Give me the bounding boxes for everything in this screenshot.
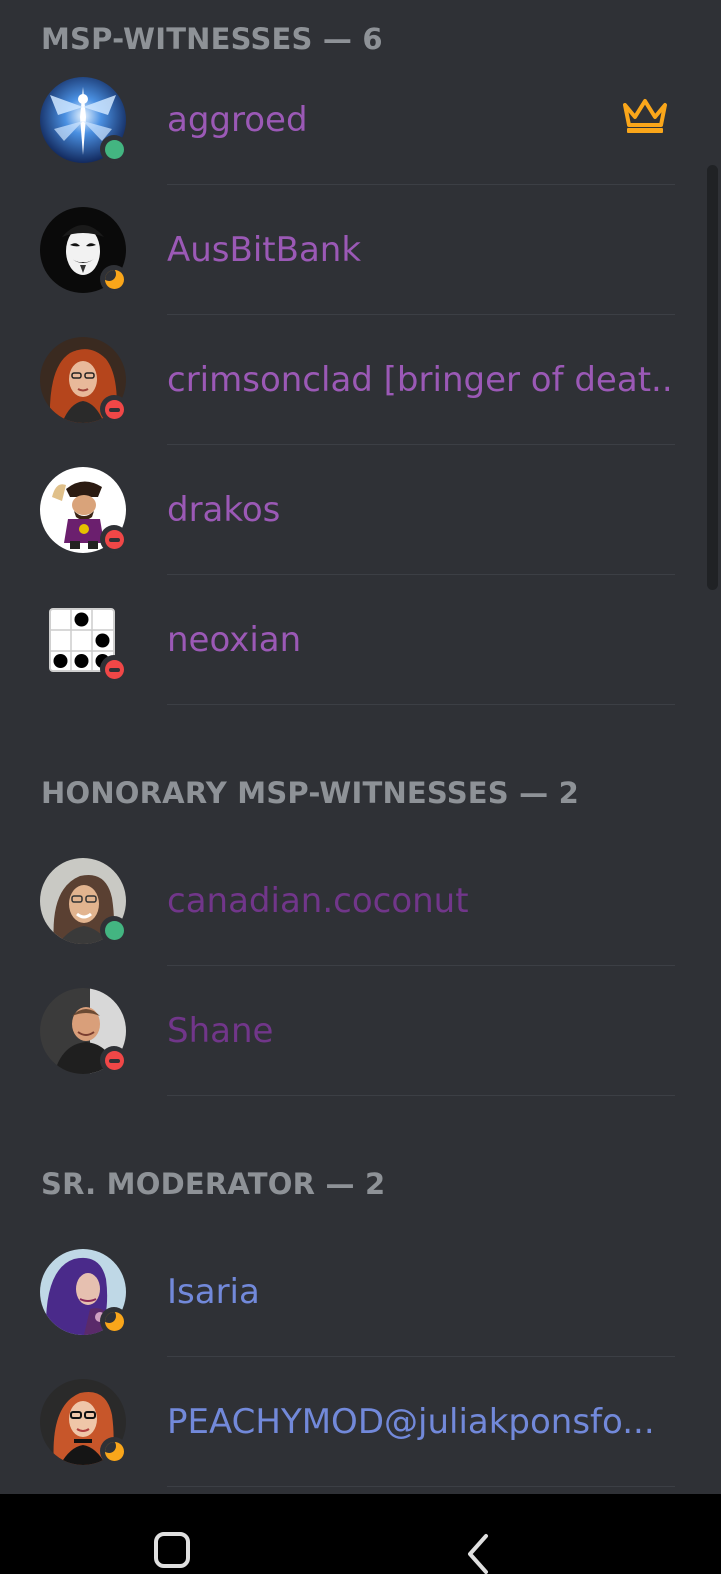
- section-header-msp-witnesses: MSP-WITNESSES — 6: [41, 22, 383, 56]
- member-name: drakos: [167, 490, 281, 530]
- avatar: [40, 858, 128, 944]
- member-row-ausbitbank[interactable]: AusBitBank: [0, 185, 721, 315]
- member-row-isaria[interactable]: Isaria: [0, 1227, 721, 1357]
- member-name: crimsonclad [bringer of deat...: [167, 360, 672, 400]
- row-divider: [167, 1095, 675, 1096]
- status-dnd-icon: [100, 1046, 128, 1074]
- status-dnd-icon: [100, 655, 128, 683]
- avatar: [40, 597, 128, 683]
- member-row-neoxian[interactable]: neoxian: [0, 575, 721, 705]
- status-idle-icon: [100, 265, 128, 293]
- member-name: Shane: [167, 1011, 274, 1051]
- avatar: [40, 988, 128, 1074]
- member-name: canadian.coconut: [167, 881, 469, 921]
- status-dnd-icon: [100, 395, 128, 423]
- member-row-shane[interactable]: Shane: [0, 966, 721, 1096]
- status-idle-icon: [100, 1437, 128, 1465]
- member-name: AusBitBank: [167, 230, 362, 270]
- member-row-crimsonclad[interactable]: crimsonclad [bringer of deat...: [0, 315, 721, 445]
- back-chevron-icon[interactable]: [460, 1528, 496, 1574]
- status-dnd-icon: [100, 525, 128, 553]
- avatar: [40, 337, 128, 423]
- row-divider: [167, 1486, 675, 1487]
- member-name: PEACHYMOD@juliakponsfo...: [167, 1402, 655, 1442]
- avatar: [40, 77, 128, 163]
- home-square-icon[interactable]: [154, 1532, 190, 1568]
- avatar: [40, 1379, 128, 1465]
- android-nav-bar: [0, 1494, 721, 1574]
- member-name: neoxian: [167, 620, 302, 660]
- scrollbar[interactable]: [707, 165, 718, 590]
- member-row-drakos[interactable]: drakos: [0, 445, 721, 575]
- crown-icon: [623, 99, 667, 133]
- section-header-honorary-msp-witnesses: HONORARY MSP-WITNESSES — 2: [41, 776, 580, 810]
- member-row-canadian-coconut[interactable]: canadian.coconut: [0, 836, 721, 966]
- member-row-peachymod[interactable]: PEACHYMOD@juliakponsfo...: [0, 1357, 721, 1487]
- avatar: [40, 1249, 128, 1335]
- status-idle-icon: [100, 1307, 128, 1335]
- member-list[interactable]: MSP-WITNESSES — 6 aggroed AusBitBank cri…: [0, 0, 721, 1494]
- status-online-icon: [100, 916, 128, 944]
- avatar: [40, 467, 128, 553]
- section-header-sr-moderator: SR. MODERATOR — 2: [41, 1167, 386, 1201]
- member-row-aggroed[interactable]: aggroed: [0, 55, 721, 185]
- member-name: Isaria: [167, 1272, 260, 1312]
- member-list-screen: MSP-WITNESSES — 6 aggroed AusBitBank cri…: [0, 0, 721, 1574]
- status-online-icon: [100, 135, 128, 163]
- member-name: aggroed: [167, 100, 308, 140]
- avatar: [40, 207, 128, 293]
- row-divider: [167, 704, 675, 705]
